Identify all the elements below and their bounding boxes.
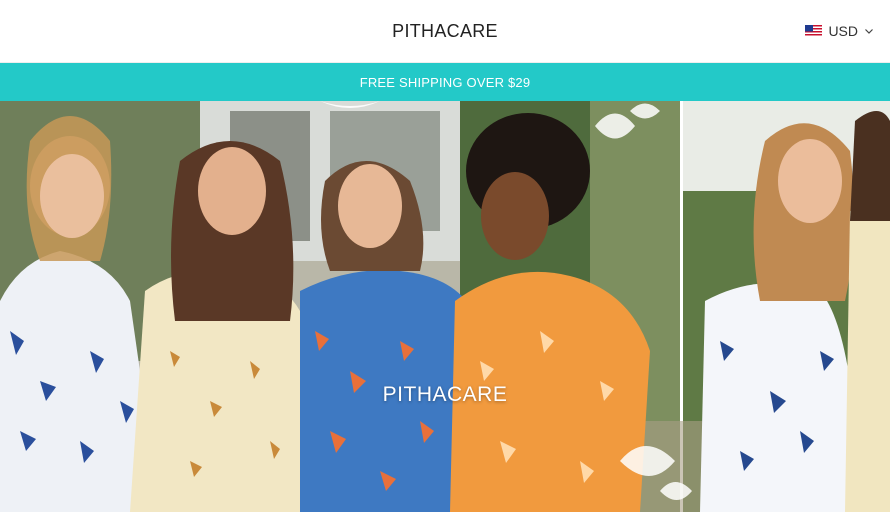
hero-image xyxy=(0,101,890,512)
hero-title: PITHACARE xyxy=(382,383,508,406)
site-header: PITHACARE USD xyxy=(0,0,890,63)
announcement-text: FREE SHIPPING OVER $29 xyxy=(359,74,531,90)
site-logo[interactable]: PITHACARE xyxy=(0,0,890,63)
currency-label: USD xyxy=(828,23,858,39)
announcement-bar[interactable]: FREE SHIPPING OVER $29 xyxy=(0,63,890,101)
chevron-down-icon xyxy=(865,29,873,34)
hero-banner[interactable]: PITHACARE xyxy=(0,101,890,512)
us-flag-icon xyxy=(805,25,823,37)
content-divider xyxy=(0,512,890,530)
currency-selector[interactable]: USD xyxy=(805,21,874,41)
